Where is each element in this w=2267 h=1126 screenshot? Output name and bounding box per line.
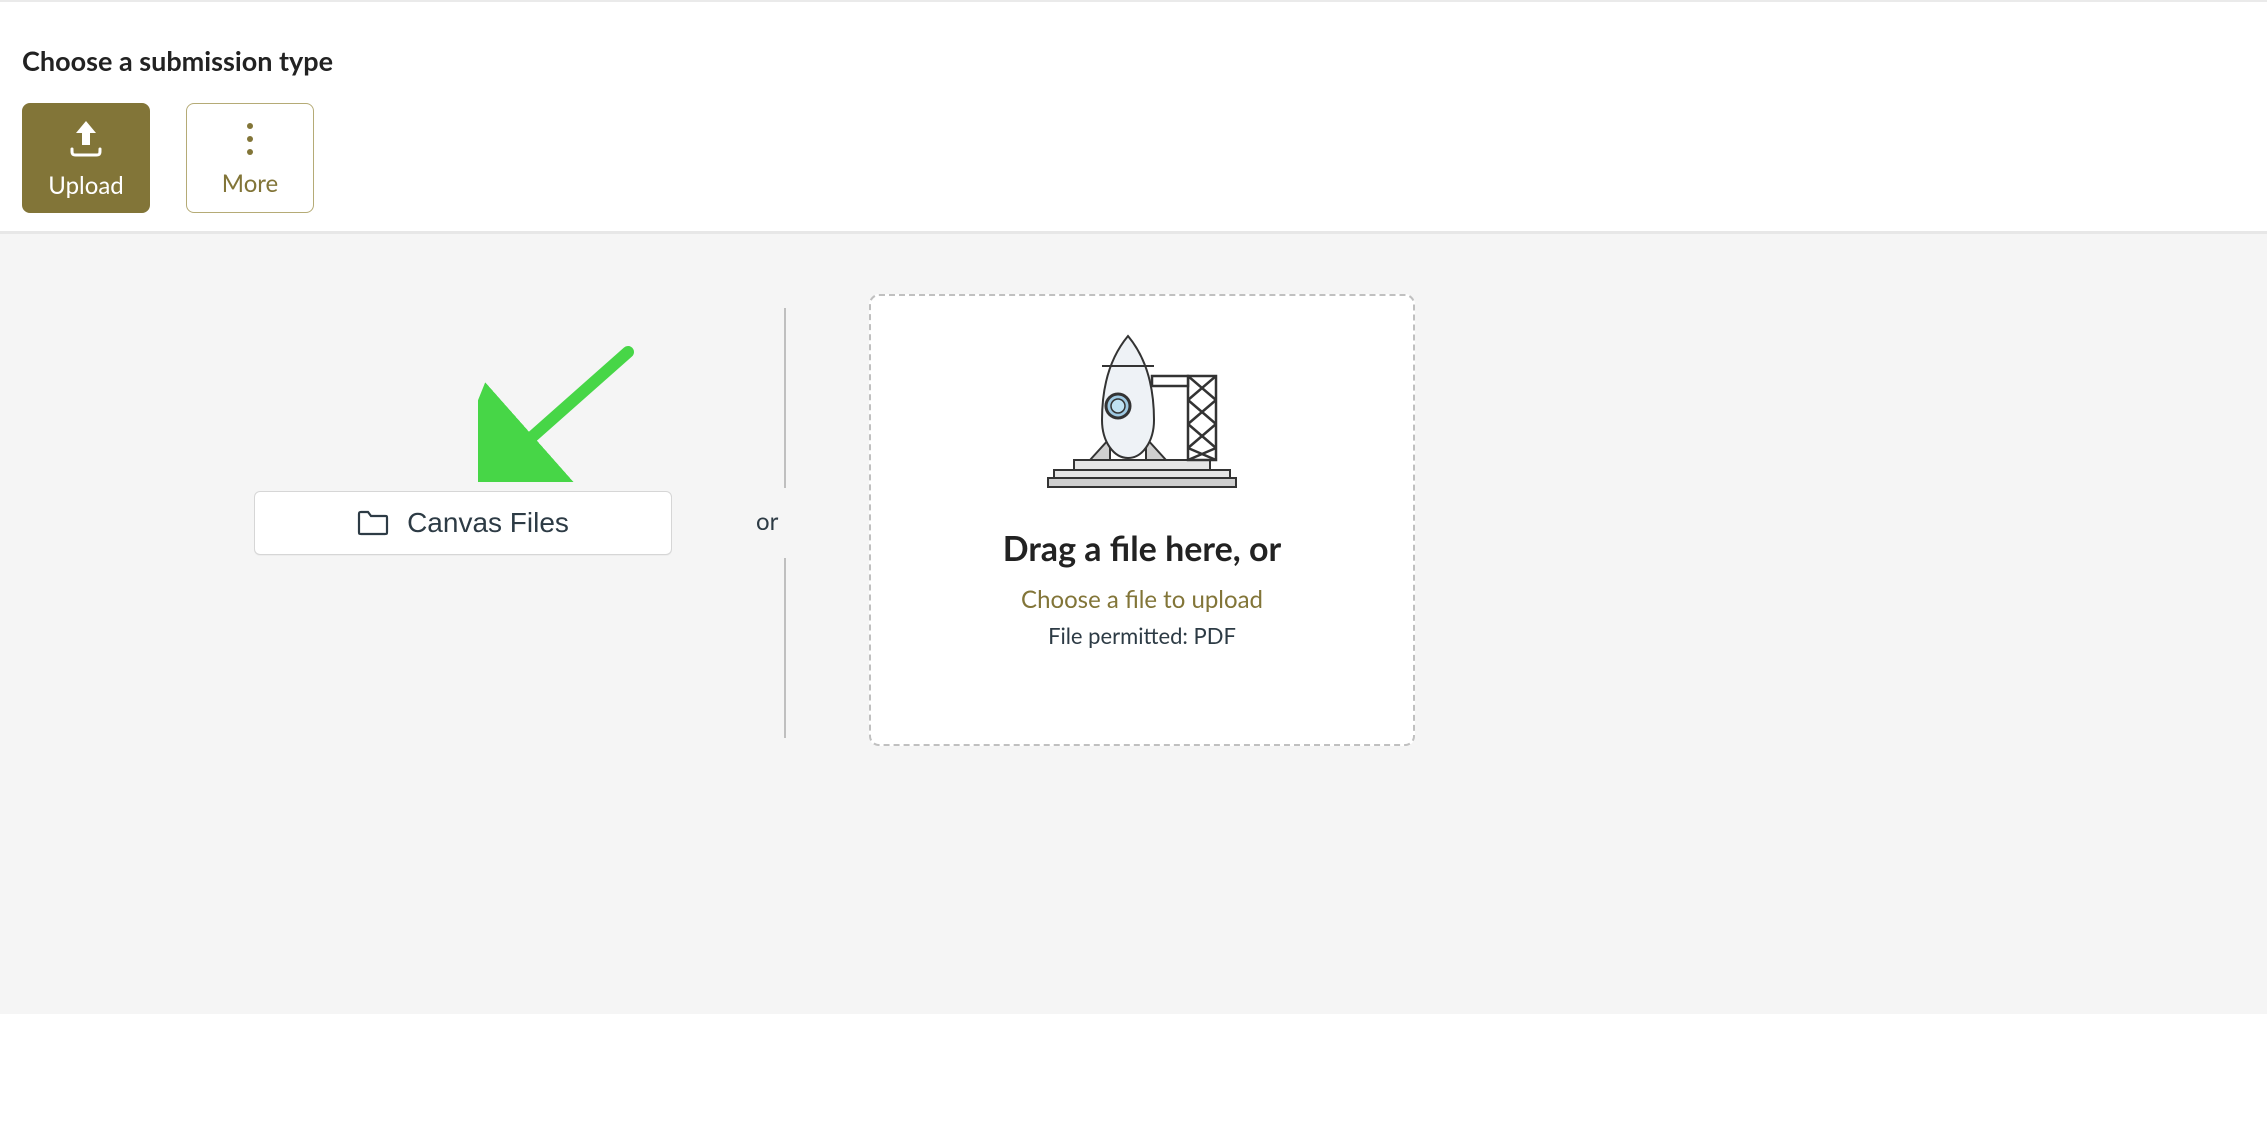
annotation-arrow-icon xyxy=(478,342,638,482)
submission-tab-more[interactable]: More xyxy=(186,103,314,213)
canvas-files-button[interactable]: Canvas Files xyxy=(254,491,672,555)
upload-workarea: Canvas Files or xyxy=(0,234,2267,1014)
rocket-launchpad-icon xyxy=(1038,320,1246,500)
more-vertical-icon xyxy=(247,119,253,159)
canvas-files-button-label: Canvas Files xyxy=(407,507,569,539)
choose-file-link[interactable]: Choose a file to upload xyxy=(1021,585,1263,614)
folder-icon xyxy=(357,510,389,536)
upload-icon xyxy=(64,117,108,161)
submission-tab-upload-label: Upload xyxy=(48,171,123,200)
submission-tab-upload[interactable]: Upload xyxy=(22,103,150,213)
file-dropzone[interactable]: Drag a file here, or Choose a file to up… xyxy=(869,294,1415,746)
section-title: Choose a submission type xyxy=(0,2,2267,103)
or-separator-label: or xyxy=(756,507,778,536)
dropzone-headline: Drag a file here, or xyxy=(1003,528,1281,569)
or-separator xyxy=(784,308,786,738)
file-permitted-label: File permitted: PDF xyxy=(1048,622,1236,649)
submission-tab-more-label: More xyxy=(222,169,278,198)
submission-type-tabs: Upload More xyxy=(0,103,2267,213)
